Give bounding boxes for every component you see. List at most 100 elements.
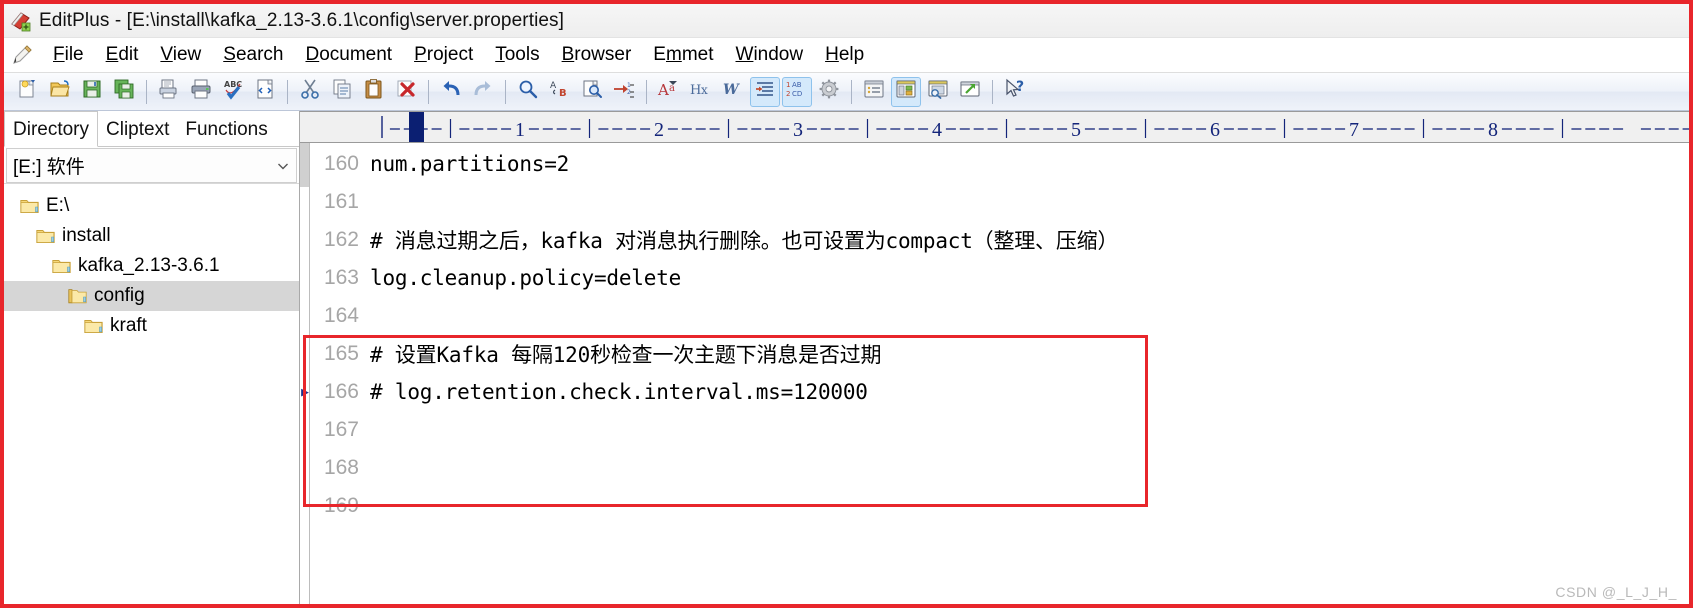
folder-icon [84, 318, 103, 334]
menu-item-search[interactable]: Search [212, 43, 294, 67]
toolbar-indent-button[interactable] [750, 76, 780, 107]
toolbar-toggle-window-button[interactable] [891, 76, 921, 107]
tree-item-install[interactable]: install [4, 221, 299, 251]
toolbar-separator [992, 79, 993, 104]
code-line[interactable]: 161 [300, 183, 1689, 221]
code-lines: 160 num.partitions=2 161 162 # 消息过期之后，kafka … [300, 143, 1689, 525]
line-numbers-icon: 1 AB 2 CD [785, 78, 809, 105]
toolbar-find-button[interactable] [513, 77, 543, 107]
title-bar: EditPlus - [E:\install\kafka_2.13-3.6.1\… [4, 4, 1689, 38]
toolbar-print-button[interactable] [186, 77, 216, 107]
tree-item-kafka_2.13-3.6.1[interactable]: kafka_2.13-3.6.1 [4, 251, 299, 281]
menu-item-edit[interactable]: Edit [95, 43, 150, 67]
chevron-down-icon[interactable] [274, 157, 292, 175]
folder-icon [52, 258, 71, 274]
dock-tab-cliptext[interactable]: Cliptext [98, 111, 178, 147]
menu-item-view[interactable]: View [149, 43, 212, 67]
toolbar-spell-check-button[interactable]: ABC [218, 77, 248, 107]
menu-item-help[interactable]: Help [814, 43, 875, 67]
drive-selector-value: [E:] 软件 [13, 157, 85, 178]
code-view[interactable]: 160 num.partitions=2 161 162 # 消息过期之后，kafka … [300, 143, 1689, 604]
editplus-icon [10, 10, 32, 32]
print-icon [190, 78, 212, 105]
menu-item-emmet[interactable]: Emmet [642, 43, 724, 67]
delete-icon [395, 78, 417, 105]
line-number: 160 [323, 152, 359, 175]
toolbar-preferences-button[interactable] [814, 77, 844, 107]
toolbar-cut-button[interactable] [295, 77, 325, 107]
dock-tab-filler [275, 111, 299, 147]
drive-selector[interactable]: [E:] 软件 [6, 148, 297, 183]
toolbar-undo-button[interactable] [436, 77, 466, 107]
copy-icon [331, 78, 353, 105]
window-title: EditPlus - [E:\install\kafka_2.13-3.6.1\… [39, 9, 565, 31]
toolbar-print-preview-button[interactable] [154, 77, 184, 107]
toolbar-hex-button[interactable]: Hx [686, 77, 716, 107]
toolbar-find-in-files-button[interactable] [577, 77, 607, 107]
toolbar-paste-button[interactable] [359, 77, 389, 107]
toolbar-separator [428, 79, 429, 104]
dock-tab-directory[interactable]: Directory [4, 111, 99, 147]
svg-text:2: 2 [786, 90, 790, 98]
menu-bar: File Edit View Search Document Project Tools Br… [4, 38, 1689, 73]
code-line[interactable]: 164 [300, 297, 1689, 335]
toolbar-separator [146, 79, 147, 104]
toggle-window-icon [895, 78, 917, 105]
svg-text:x: x [701, 83, 708, 97]
svg-text:H: H [690, 83, 701, 98]
svg-text:4: 4 [932, 119, 942, 141]
toolbar-replace-button[interactable]: AB [545, 77, 575, 107]
menu-item-document[interactable]: Document [294, 43, 403, 67]
toolbar-redo-button[interactable] [468, 77, 498, 107]
code-line[interactable]: 167 [300, 411, 1689, 449]
open-folder-icon [49, 78, 71, 105]
tree-item-label: install [62, 225, 111, 246]
tree-item-e[interactable]: E:\ [4, 191, 299, 221]
directory-tree[interactable]: E:\ install kafka_2.13-3.6.1 config kraft [4, 183, 299, 604]
code-line[interactable]: 168 [300, 449, 1689, 487]
svg-text:a: a [669, 83, 675, 94]
code-line[interactable]: 169 [300, 487, 1689, 525]
watermark: CSDN @_L_J_H_ [1555, 584, 1677, 600]
toolbar-save-button[interactable] [77, 77, 107, 107]
toolbar-line-numbers-button[interactable]: 1 AB 2 CD [782, 76, 812, 107]
application-frame: EditPlus - [E:\install\kafka_2.13-3.6.1\… [4, 4, 1689, 604]
toolbar-help-cursor-button[interactable]: ? [1000, 77, 1030, 107]
menu-item-window[interactable]: Window [725, 43, 815, 67]
menu-item-browser[interactable]: Browser [551, 43, 643, 67]
svg-text:2: 2 [654, 119, 664, 141]
line-number: 162 [323, 228, 359, 251]
document-selector-icon [863, 78, 885, 105]
svg-text:3: 3 [793, 119, 803, 141]
line-text: # log.retention.check.interval.ms=120000 [370, 380, 868, 404]
tree-item-kraft[interactable]: kraft [4, 311, 299, 341]
toolbar-open-external-button[interactable] [955, 77, 985, 107]
toolbar-goto-line-button[interactable]: 12 [609, 77, 639, 107]
code-line[interactable]: ▶ 166 # log.retention.check.interval.ms=12… [300, 373, 1689, 411]
toolbar-open-folder-button[interactable] [45, 77, 75, 107]
code-line[interactable]: 163 log.cleanup.policy=delete [300, 259, 1689, 297]
toolbar-save-all-button[interactable] [109, 77, 139, 107]
menu-item-file[interactable]: File [42, 43, 95, 67]
code-line[interactable]: 162 # 消息过期之后，kafka 对消息执行删除。也可设置为compact（整… [300, 221, 1689, 259]
toolbar-copy-button[interactable] [327, 77, 357, 107]
tree-item-config[interactable]: config [4, 281, 299, 311]
toolbar-delete-button[interactable] [391, 77, 421, 107]
toolbar-document-selector-button[interactable] [859, 77, 889, 107]
toolbar-font-button[interactable]: Aa [654, 77, 684, 107]
toolbar-word-wrap-button[interactable]: W [718, 77, 748, 107]
toolbar-browser-preview-button[interactable] [923, 77, 953, 107]
folder-icon [36, 228, 55, 244]
dock-tab-functions[interactable]: Functions [177, 111, 276, 147]
toolbar-new-file-button[interactable] [13, 77, 43, 107]
code-line[interactable]: 165 # 设置Kafka 每隔120秒检查一次主题下消息是否过期 [300, 335, 1689, 373]
toolbar-view-source-button[interactable] [250, 77, 280, 107]
code-line[interactable]: 160 num.partitions=2 [300, 145, 1689, 183]
pencil-icon [10, 43, 36, 67]
cut-icon [299, 78, 321, 105]
menu-item-tools[interactable]: Tools [484, 43, 550, 67]
menu-item-project[interactable]: Project [403, 43, 484, 67]
editplus-window: EditPlus - [E:\install\kafka_2.13-3.6.1\… [0, 0, 1693, 608]
redo-icon [472, 78, 494, 105]
main-body: Directory Cliptext Functions [E:] 软件 E:\ in… [4, 111, 1689, 604]
